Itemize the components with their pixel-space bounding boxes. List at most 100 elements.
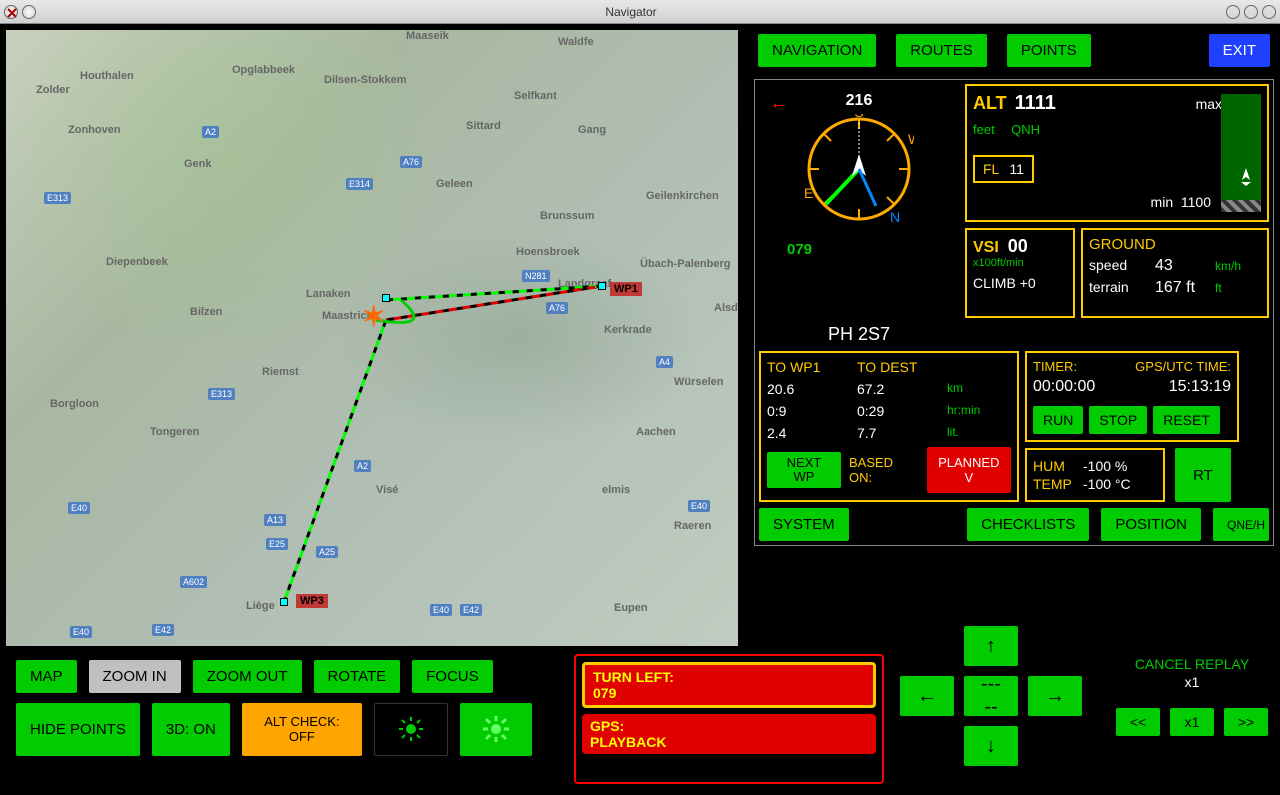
alert-turn-left: TURN LEFT: 079: [582, 662, 876, 708]
arrow-right-icon: →: [1045, 685, 1065, 708]
sun-dim-icon: [389, 712, 433, 746]
course-value: 079: [787, 241, 812, 258]
replay-speed-button[interactable]: x1: [1170, 708, 1214, 736]
wp-time-1: 0:9: [767, 403, 857, 419]
temp-label: TEMP: [1033, 476, 1075, 492]
wp-dist-2: 67.2: [857, 381, 947, 397]
hum-value: -100 %: [1083, 458, 1127, 474]
window-close-icon[interactable]: [4, 5, 18, 19]
window-btn-1[interactable]: [1226, 5, 1240, 19]
arrow-up-icon: ↑: [986, 635, 996, 658]
dpad-right-button[interactable]: →: [1028, 676, 1082, 716]
vsi-panel: VSI 00 x100ft/min CLIMB +0: [965, 228, 1075, 318]
gps-time-label: GPS/UTC TIME:: [1135, 359, 1231, 374]
plane-icon: [1233, 164, 1259, 190]
waypoint-marker: [598, 282, 606, 290]
wp-fuel-unit: lit.: [947, 425, 959, 441]
routes-button[interactable]: ROUTES: [896, 34, 987, 67]
fl-value: 11: [1009, 161, 1024, 177]
dpad-left-button[interactable]: ←: [900, 676, 954, 716]
alt-max-label: max: [1196, 96, 1222, 112]
cancel-replay-label[interactable]: CANCEL REPLAY: [1135, 656, 1249, 672]
aircraft-icon: ✶: [362, 300, 385, 333]
alt-min-value: 1100: [1181, 194, 1211, 210]
map-button[interactable]: MAP: [16, 660, 77, 693]
gps-time-value: 15:13:19: [1169, 378, 1231, 396]
ground-terrain-value: 167 ft: [1155, 279, 1205, 297]
replay-back-button[interactable]: <<: [1116, 708, 1160, 736]
brightness-down-button[interactable]: [374, 703, 448, 756]
ground-title: GROUND: [1089, 236, 1261, 253]
planned-v-button[interactable]: PLANNED V: [927, 447, 1011, 493]
waypoint-label: WP1: [610, 282, 642, 296]
arrow-left-icon: ←: [917, 685, 937, 708]
wp-time-2: 0:29: [857, 403, 947, 419]
timer-value: 00:00:00: [1033, 378, 1095, 396]
replay-controls: CANCEL REPLAY x1 << x1 >>: [1116, 656, 1268, 736]
zoom-out-button[interactable]: ZOOM OUT: [193, 660, 302, 693]
rotate-button[interactable]: ROTATE: [314, 660, 401, 693]
points-button[interactable]: POINTS: [1007, 34, 1091, 67]
alt-min-label: min: [1151, 194, 1174, 210]
temp-value: -100 °C: [1083, 476, 1131, 492]
alt-unit: feet: [973, 122, 995, 137]
dpad-center-button[interactable]: -----: [964, 676, 1018, 716]
svg-text:N: N: [890, 209, 900, 224]
waypoint-marker: [280, 598, 288, 606]
ground-panel: GROUND speed 43 km/h terrain 167 ft ft: [1081, 228, 1269, 318]
environment-panel: HUM-100 % TEMP-100 °C: [1025, 448, 1165, 502]
zoom-in-button[interactable]: ZOOM IN: [89, 660, 181, 693]
ground-terrain-label: terrain: [1089, 279, 1145, 295]
timer-stop-button[interactable]: STOP: [1089, 406, 1147, 434]
replay-speed-label: x1: [1135, 674, 1249, 690]
flight-level-box: FL 11: [973, 155, 1034, 183]
alert-gps-playback: GPS: PLAYBACK: [582, 714, 876, 754]
timer-panel: TIMER: GPS/UTC TIME: 00:00:00 15:13:19 R…: [1025, 351, 1239, 442]
timer-label: TIMER:: [1033, 359, 1077, 374]
qne-button[interactable]: QNE/H: [1213, 508, 1269, 541]
system-button[interactable]: SYSTEM: [759, 508, 849, 541]
ground-terrain-unit: ft: [1215, 281, 1222, 295]
next-wp-button[interactable]: NEXT WP: [767, 452, 841, 489]
timer-reset-button[interactable]: RESET: [1153, 406, 1220, 434]
rt-button[interactable]: RT: [1175, 448, 1231, 502]
dpad: ↑ ← ----- → ↓: [900, 626, 1082, 766]
dpad-up-button[interactable]: ↑: [964, 626, 1018, 666]
alert-line: 079: [593, 685, 865, 701]
dpad-down-button[interactable]: ↓: [964, 726, 1018, 766]
window-titlebar: Navigator: [0, 0, 1280, 24]
vsi-label: VSI: [973, 239, 999, 256]
heading-left-arrow-icon: ←: [769, 92, 789, 115]
map-view[interactable]: Maaseik Waldfe Houthalen Zolder Opglabbe…: [6, 30, 738, 646]
hide-points-button[interactable]: HIDE POINTS: [16, 703, 140, 756]
alert-panel: TURN LEFT: 079 GPS: PLAYBACK: [574, 654, 884, 784]
alert-line: GPS:: [590, 718, 868, 734]
window-minimize-icon[interactable]: [22, 5, 36, 19]
alt-qnh-label: QNH: [1011, 122, 1040, 137]
timer-run-button[interactable]: RUN: [1033, 406, 1083, 434]
exit-button[interactable]: EXIT: [1209, 34, 1270, 67]
window-btn-2[interactable]: [1244, 5, 1258, 19]
alt-check-button[interactable]: ALT CHECK: OFF: [242, 703, 362, 756]
brightness-up-button[interactable]: [460, 703, 532, 756]
svg-text:W: W: [908, 131, 914, 147]
altitude-panel: ALT 1111 max 1200 feet QNH FL 11 min: [965, 84, 1269, 222]
ground-speed-value: 43: [1155, 257, 1205, 275]
sun-bright-icon: [474, 712, 518, 746]
wp-hdr-2: TO DEST: [857, 359, 947, 375]
replay-fwd-button[interactable]: >>: [1224, 708, 1268, 736]
based-on-label: BASED ON:: [849, 455, 919, 485]
ground-speed-label: speed: [1089, 257, 1145, 273]
alert-line: PLAYBACK: [590, 734, 868, 750]
focus-button[interactable]: FOCUS: [412, 660, 493, 693]
vsi-climb: CLIMB +0: [973, 275, 1067, 291]
wp-time-unit: hr:min: [947, 403, 980, 419]
alert-line: TURN LEFT:: [593, 669, 865, 685]
wp-fuel-2: 7.7: [857, 425, 947, 441]
alt-tape: [1221, 94, 1261, 212]
3d-toggle-button[interactable]: 3D: ON: [152, 703, 230, 756]
checklists-button[interactable]: CHECKLISTS: [967, 508, 1089, 541]
position-button[interactable]: POSITION: [1101, 508, 1201, 541]
navigation-button[interactable]: NAVIGATION: [758, 34, 876, 67]
window-btn-3[interactable]: [1262, 5, 1276, 19]
